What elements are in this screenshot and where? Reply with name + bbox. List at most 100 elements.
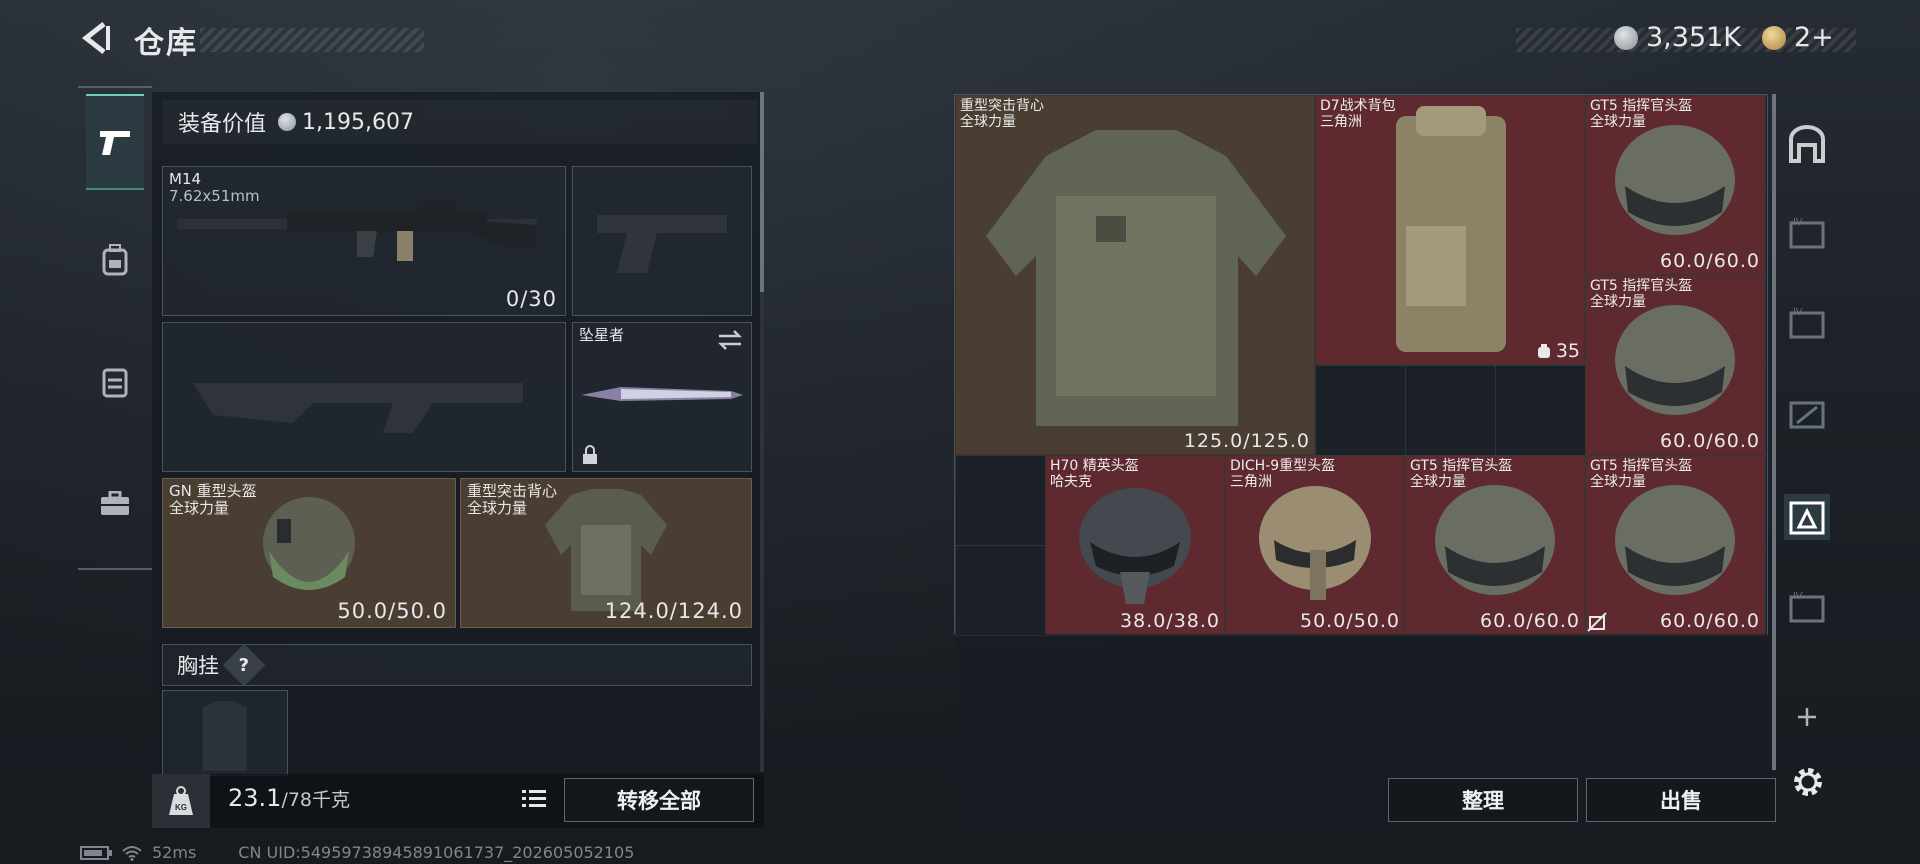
melee-slot[interactable]: 坠星者 (572, 322, 752, 472)
battery-icon (80, 845, 112, 860)
helmet-icon (1615, 125, 1735, 235)
rifle-icon (177, 201, 537, 261)
tab-weapons[interactable] (86, 94, 144, 190)
grid-item[interactable]: DICH-9重型头盔 三角洲 50.0/50.0 (1225, 455, 1405, 635)
loadout-scrollbar[interactable] (760, 92, 764, 772)
svg-text:IV: IV (1793, 217, 1803, 228)
equipment-value-header: 装备价值 1,195,607 (162, 100, 758, 144)
add-icon[interactable] (1796, 706, 1818, 728)
swap-icon[interactable] (717, 329, 743, 351)
item-name: D7战术背包 (1320, 98, 1396, 114)
backpack-icon (1396, 106, 1506, 352)
item-name: GT5 指挥官头盔 (1410, 458, 1513, 474)
gold-coin-icon (1762, 25, 1786, 50)
tab-vest[interactable] (86, 336, 144, 428)
helmet-icon (263, 497, 355, 590)
grid-item[interactable]: GT5 指挥官头盔 全球力量 60.0/60.0 (1405, 455, 1585, 635)
item-name: 重型突击背心 (960, 98, 1044, 114)
weight-max: /78千克 (281, 789, 351, 811)
weight-current: 23.1 (228, 784, 282, 812)
secondary-weapon-slot[interactable] (572, 166, 752, 316)
ping-value: 52ms (152, 843, 197, 862)
tab-backpack[interactable] (86, 214, 144, 306)
grid-item[interactable]: GT5 指挥官头盔 全球力量 60.0/60.0 (1585, 95, 1765, 275)
chest-rig-slot[interactable] (162, 690, 288, 776)
ammo-count: 0/30 (505, 287, 557, 311)
grid-item[interactable]: GT5 指挥官头盔 全球力量 60.0/60.0 (1585, 275, 1765, 455)
list-icon[interactable] (522, 788, 546, 810)
silver-coin-icon (278, 113, 297, 131)
scrollbar-thumb[interactable] (760, 92, 764, 292)
grid-item[interactable]: D7战术背包 三角洲 35 (1315, 95, 1585, 365)
storage-page-icon[interactable]: IV (1784, 584, 1830, 630)
knife-icon (581, 387, 743, 401)
capacity-icon (1537, 344, 1550, 358)
melee-name: 坠星者 (579, 326, 625, 344)
armor-vest-icon (986, 130, 1286, 426)
category-tabs (78, 86, 152, 570)
armor-slot[interactable]: 重型突击背心 全球力量 124.0/124.0 (460, 478, 752, 628)
item-durability: 60.0/60.0 (1659, 250, 1760, 272)
back-arrow-icon[interactable] (78, 20, 114, 56)
item-faction: 三角洲 (1320, 114, 1362, 130)
storage-page-icon[interactable]: IV (1784, 300, 1830, 346)
item-name: DICH-9重型头盔 (1230, 458, 1336, 474)
organize-button[interactable]: 整理 (1388, 778, 1578, 822)
tabs-bottom-line (78, 568, 152, 570)
currency-b[interactable]: 2+ (1762, 22, 1834, 53)
storage-pages-rail: IV IV IV (1776, 94, 1838, 634)
storage-page-icon-active[interactable] (1784, 494, 1830, 540)
helmet-slot[interactable]: GN 重型头盔 全球力量 50.0/50.0 (162, 478, 456, 628)
item-durability: 50.0/50.0 (1299, 610, 1400, 632)
tab-case[interactable] (86, 458, 144, 550)
item-durability: 38.0/38.0 (1119, 610, 1220, 632)
capacity-value: 35 (1555, 340, 1580, 362)
grid-item[interactable]: GT5 指挥官头盔 全球力量 60.0/60.0 (1585, 455, 1765, 635)
storage-home-icon[interactable] (1784, 122, 1830, 168)
weight-icon: KG (169, 786, 193, 815)
primary-weapon-slot[interactable]: M14 7.62x51mm 0/30 (162, 166, 566, 316)
sell-button[interactable]: 出售 (1586, 778, 1776, 822)
item-durability: 60.0/60.0 (1479, 610, 1580, 632)
currency-a[interactable]: 3,351K (1614, 22, 1741, 53)
chest-rig-placeholder-icon (203, 701, 247, 771)
item-name: GT5 指挥官头盔 (1590, 98, 1693, 114)
pistol-icon (100, 131, 130, 155)
grid-item[interactable]: H70 精英头盔 哈夫克 38.0/38.0 (1045, 455, 1225, 635)
secondary-rifle-slot[interactable] (162, 322, 566, 472)
help-icon[interactable]: ? (222, 643, 266, 687)
chest-rig-label: 胸挂 (177, 654, 219, 678)
page-title: 仓库 (134, 26, 198, 61)
no-insure-icon (1587, 612, 1607, 632)
grid-item[interactable]: 重型突击背心 全球力量 125.0/125.0 (955, 95, 1315, 455)
transfer-all-button[interactable]: 转移全部 (564, 778, 754, 822)
rifle-placeholder-icon (193, 383, 523, 433)
equipment-value-label: 装备价值 (178, 112, 267, 137)
title-decoration (200, 28, 424, 52)
helmet-icon (1079, 488, 1191, 604)
carry-weight: 23.1/78千克 (228, 784, 350, 812)
currency-a-value: 3,351K (1646, 22, 1742, 53)
item-name: GT5 指挥官头盔 (1590, 458, 1693, 474)
lock-icon (583, 445, 597, 464)
helmet-icon (1615, 485, 1735, 595)
item-durability: 60.0/60.0 (1659, 610, 1760, 632)
helmet-name: GN 重型头盔 (169, 482, 257, 500)
weight-icon-text: KG (175, 803, 187, 812)
chest-rig-header: 胸挂 ? (162, 643, 752, 687)
settings-gear-icon[interactable] (1790, 764, 1826, 800)
currency-b-value: 2+ (1794, 22, 1834, 53)
item-name: H70 精英头盔 (1050, 458, 1139, 474)
briefcase-icon (101, 491, 129, 515)
helmet-durability: 50.0/50.0 (337, 599, 447, 623)
silver-coin-icon (1614, 25, 1638, 50)
helmet-icon (1615, 305, 1735, 415)
item-durability: 125.0/125.0 (1183, 430, 1310, 452)
helmet-icon (1259, 486, 1371, 600)
storage-page-icon[interactable] (1784, 390, 1830, 436)
pistol-placeholder-icon (597, 215, 727, 273)
helmet-faction: 全球力量 (169, 499, 230, 517)
storage-page-icon[interactable]: IV (1784, 210, 1830, 256)
status-bar: 52ms CN UID:5495973894589106173​7_202605… (80, 843, 634, 862)
backpack-icon (102, 244, 128, 276)
